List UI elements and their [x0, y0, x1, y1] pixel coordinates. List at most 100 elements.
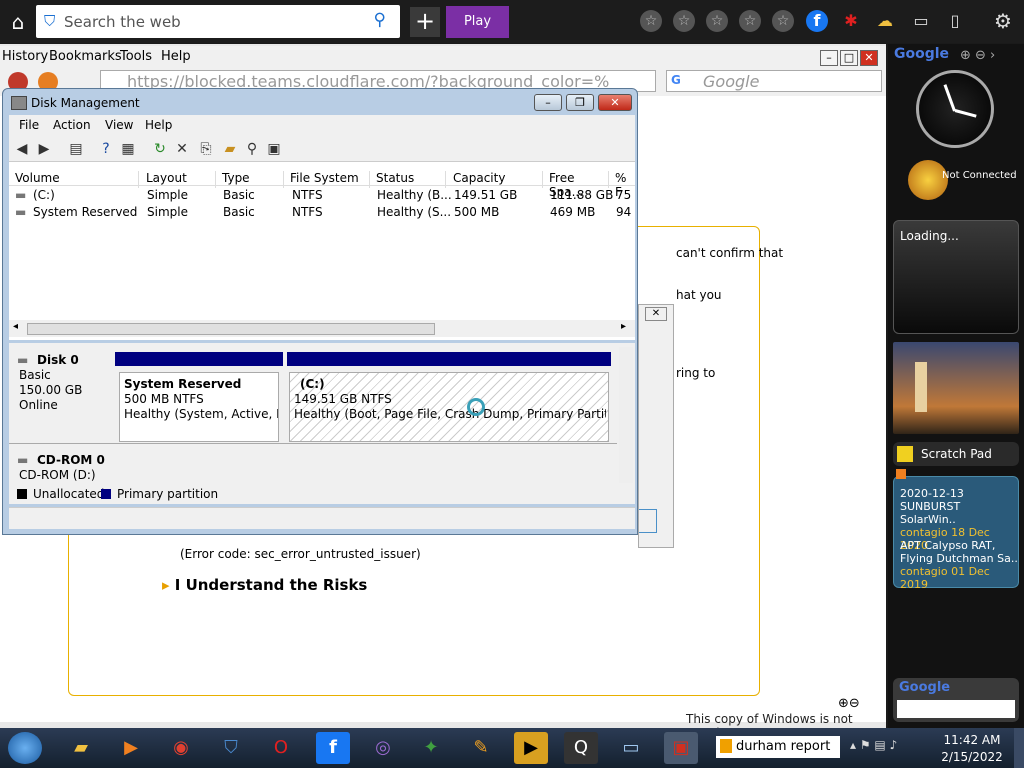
gear-icon[interactable]: ⚙: [992, 10, 1014, 32]
back-icon[interactable]: ◀: [13, 140, 31, 158]
column-percent-free[interactable]: % F: [615, 171, 635, 199]
facebook-icon[interactable]: f: [316, 732, 350, 764]
partition-c-drive[interactable]: (C:) 149.51 GB NTFS Healthy (Boot, Page …: [287, 352, 613, 444]
close-icon[interactable]: ✕: [645, 307, 667, 321]
weather-icon[interactable]: ☁: [874, 10, 896, 32]
search-icon[interactable]: ⚲: [243, 140, 261, 158]
qvo-icon[interactable]: ◎: [366, 732, 400, 764]
slideshow-gadget[interactable]: [893, 342, 1019, 434]
close-button[interactable]: ✕: [598, 94, 632, 111]
cell-capacity: 149.51 GB: [454, 188, 518, 202]
search-icon[interactable]: ⚲: [374, 10, 386, 30]
graph-vertical-scrollbar[interactable]: [619, 347, 633, 483]
media-player-icon[interactable]: ▶: [114, 732, 148, 764]
app-icon[interactable]: ✦: [414, 732, 448, 764]
column-status[interactable]: Status: [376, 171, 446, 188]
cdrom-drive: CD-ROM (D:): [19, 468, 96, 482]
column-layout[interactable]: Layout: [146, 171, 216, 188]
star-icon[interactable]: ☆: [673, 10, 695, 32]
folder-icon[interactable]: ▭: [910, 10, 932, 32]
star-icon[interactable]: ☆: [739, 10, 761, 32]
table-row[interactable]: ▬ (C:) Simple Basic NTFS Healthy (B... 1…: [9, 188, 635, 205]
primary-partition-bar: [115, 352, 283, 366]
cell-file-system: NTFS: [292, 205, 323, 219]
explorer-icon[interactable]: ▰: [64, 732, 98, 764]
gadget-controls[interactable]: ⊕ ⊖ ›: [960, 48, 995, 63]
start-button[interactable]: [8, 732, 42, 764]
column-free-space[interactable]: Free Spa...: [549, 171, 609, 199]
home-icon[interactable]: ⌂: [4, 8, 32, 36]
scratch-pad-gadget[interactable]: Scratch Pad: [893, 442, 1019, 466]
star-icon[interactable]: ☆: [772, 10, 794, 32]
clock-time[interactable]: 11:42 AM: [940, 733, 1004, 747]
forward-icon[interactable]: ▶: [35, 140, 53, 158]
scroll-right-icon[interactable]: ▸: [621, 321, 626, 332]
delete-icon[interactable]: ✕: [173, 140, 191, 158]
disk-0-label[interactable]: ▬ Disk 0 Basic 150.00 GB Online: [13, 349, 113, 443]
google-gadget-search-input[interactable]: [897, 700, 1015, 718]
minimize-button[interactable]: –: [534, 94, 562, 111]
add-tab-button[interactable]: +: [410, 7, 440, 37]
show-desktop-button[interactable]: [1014, 728, 1024, 768]
star-icon[interactable]: ☆: [640, 10, 662, 32]
menu-view[interactable]: View: [105, 118, 133, 132]
partition-system-reserved[interactable]: System Reserved 500 MB NTFS Healthy (Sys…: [115, 352, 285, 444]
feather-icon[interactable]: ✎: [464, 732, 498, 764]
top-toolbar: ⌂ ⛉ Search the web ⚲ + Play ☆ ☆ ☆ ☆ ☆ f …: [0, 0, 1024, 43]
open-folder-icon[interactable]: ▰: [221, 140, 239, 158]
clock-date[interactable]: 2/15/2022: [940, 750, 1004, 764]
facebook-icon[interactable]: f: [806, 10, 828, 32]
trash-icon[interactable]: ▯: [944, 10, 966, 32]
youtube-icon[interactable]: ▶: [514, 732, 548, 764]
list-view-icon[interactable]: ▤: [67, 140, 85, 158]
menu-tools[interactable]: Tools: [120, 49, 152, 64]
minimize-button[interactable]: –: [820, 50, 838, 66]
toolbox-icon[interactable]: ▣: [664, 732, 698, 764]
menu-help[interactable]: Help: [145, 118, 172, 132]
menu-file[interactable]: File: [19, 118, 39, 132]
column-volume[interactable]: Volume: [15, 171, 139, 188]
dialog-button[interactable]: [639, 509, 657, 533]
menu-help[interactable]: Help: [161, 49, 191, 64]
maximize-button[interactable]: □: [840, 50, 858, 66]
cdrom-0-label[interactable]: ▬ CD-ROM 0 CD-ROM (D:): [13, 451, 113, 485]
chrome-icon[interactable]: ◉: [164, 732, 198, 764]
ladybug-icon[interactable]: ✱: [840, 10, 862, 32]
understand-risks-link[interactable]: I Understand the Risks: [162, 576, 368, 594]
refresh-icon[interactable]: ↻: [151, 140, 169, 158]
table-row[interactable]: ▬ System Reserved Simple Basic NTFS Heal…: [9, 205, 635, 222]
taskbar-search[interactable]: durham report: [716, 736, 840, 758]
web-search-box[interactable]: ⛉ Search the web ⚲: [36, 5, 400, 38]
drive-icon[interactable]: ▭: [614, 732, 648, 764]
zoom-icon[interactable]: ⊕⊖: [838, 696, 860, 711]
star-icon[interactable]: ☆: [706, 10, 728, 32]
cell-status: Healthy (S...: [377, 205, 452, 219]
busy-cursor-icon: [467, 398, 485, 416]
clock-gadget[interactable]: [916, 70, 994, 148]
opera-icon[interactable]: O: [264, 732, 298, 764]
column-capacity[interactable]: Capacity: [453, 171, 543, 188]
legend-primary: Primary partition: [117, 487, 219, 501]
tray-icons[interactable]: ▴ ⚑ ▤ ♪: [850, 738, 897, 752]
column-file-system[interactable]: File System: [290, 171, 370, 188]
properties-icon[interactable]: ▦: [119, 140, 137, 158]
scrollbar-thumb[interactable]: [27, 323, 435, 335]
q-app-icon[interactable]: Q: [564, 732, 598, 764]
feed-item[interactable]: APT Calypso RAT, Flying Dutchman Sa.. co…: [900, 539, 1018, 591]
google-search-field[interactable]: G Google: [666, 70, 882, 92]
primary-partition-bar: [287, 352, 611, 366]
menu-history[interactable]: History: [2, 49, 48, 64]
column-type[interactable]: Type: [222, 171, 284, 188]
copy-icon[interactable]: ⎘: [197, 140, 215, 158]
list-horizontal-scrollbar[interactable]: ◂ ▸: [9, 320, 635, 337]
menu-action[interactable]: Action: [53, 118, 91, 132]
scroll-left-icon[interactable]: ◂: [13, 321, 18, 332]
play-button[interactable]: Play: [446, 6, 509, 38]
help-icon[interactable]: ?: [97, 140, 115, 158]
settings-icon[interactable]: ▣: [265, 140, 283, 158]
close-button[interactable]: ✕: [860, 50, 878, 66]
disk-graphical-view: ▬ Disk 0 Basic 150.00 GB Online System R…: [9, 343, 635, 489]
menu-bookmarks[interactable]: Bookmarks: [49, 49, 122, 64]
restore-button[interactable]: ❐: [566, 94, 594, 111]
security-icon[interactable]: ⛉: [214, 732, 248, 764]
